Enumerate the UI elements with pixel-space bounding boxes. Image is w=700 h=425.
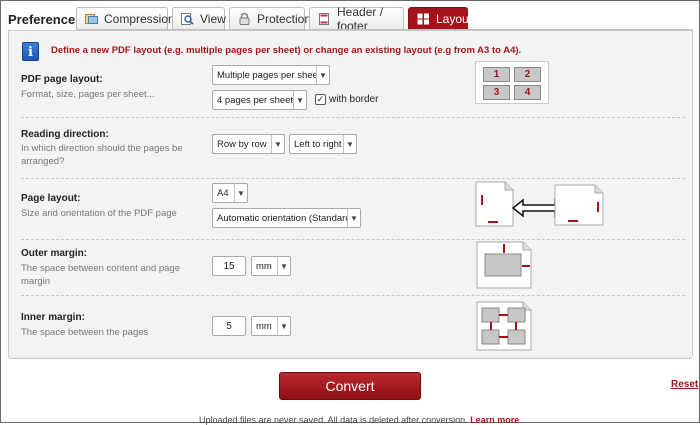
row-divider	[21, 117, 685, 118]
pages-grid-illustration: 1 2 3 4	[475, 61, 549, 104]
reading-order-select[interactable]: Row by row ▼	[212, 134, 285, 154]
view-icon	[181, 12, 194, 25]
outer-margin-title: Outer margin:	[21, 248, 88, 259]
outer-margin-unit-select[interactable]: mm ▼	[251, 256, 291, 276]
inner-margin-unit-select[interactable]: mm ▼	[251, 316, 291, 336]
pdf-page-layout-subtitle: Format, size, pages per sheet...	[21, 89, 155, 100]
reset-link[interactable]: Reset	[671, 379, 698, 390]
inner-margin-subtitle: The space between the pages	[21, 327, 149, 338]
page-orientation-value: Automatic orientation (Standard)	[217, 212, 347, 224]
inner-margin-illustration	[475, 300, 535, 352]
tab-compression-label: Compression	[104, 11, 175, 26]
grid-cell: 2	[514, 67, 541, 82]
grid-cell: 4	[514, 85, 541, 100]
chevron-down-icon: ▼	[271, 135, 284, 153]
info-text: Define a new PDF layout (e.g. multiple p…	[51, 45, 522, 56]
page-orientation-select[interactable]: Automatic orientation (Standard) ▼	[212, 208, 361, 228]
preferences-label: Preferences:	[8, 12, 87, 27]
page-layout-subtitle: Size and orientation of the PDF page	[21, 208, 177, 219]
layout-icon	[417, 13, 430, 25]
with-border-label: with border	[329, 94, 379, 105]
tab-protection-label: Protection	[257, 11, 312, 26]
chevron-down-icon: ▼	[234, 184, 247, 202]
row-divider	[21, 239, 685, 240]
footer-note: Uploaded files are never saved. All data…	[199, 415, 519, 425]
protection-icon	[238, 12, 251, 25]
tab-header-footer[interactable]: Header / footer	[309, 5, 404, 33]
reading-order-value: Row by row	[217, 138, 267, 150]
learn-more-link[interactable]: Learn more	[470, 415, 519, 425]
tab-view-label: View	[200, 11, 226, 26]
page-layout-title: Page layout:	[21, 193, 81, 204]
tab-layout-label: Layout	[436, 11, 473, 26]
reading-direction-select[interactable]: Left to right ▼	[289, 134, 357, 154]
pages-per-sheet-select[interactable]: 4 pages per sheet ▼	[212, 90, 307, 110]
chevron-down-icon: ▼	[277, 257, 290, 275]
pages-per-sheet-value: 4 pages per sheet	[217, 94, 293, 106]
row-divider	[21, 178, 685, 179]
compression-icon	[85, 13, 98, 25]
reading-direction-title: Reading direction:	[21, 129, 109, 140]
inner-margin-title: Inner margin:	[21, 312, 85, 323]
chevron-down-icon: ▼	[277, 317, 290, 335]
tab-protection[interactable]: Protection	[229, 7, 311, 29]
tab-layout[interactable]: Layout	[408, 7, 472, 29]
inner-margin-input[interactable]: 5	[212, 316, 246, 336]
tab-view[interactable]: View	[172, 7, 226, 29]
chevron-down-icon: ▼	[347, 209, 360, 227]
reading-direction-value: Left to right	[294, 138, 342, 150]
layout-mode-value: Multiple pages per sheet	[217, 69, 316, 81]
outer-margin-input[interactable]: 15	[212, 256, 246, 276]
orientation-illustration	[475, 181, 605, 227]
footer-text: Uploaded files are never saved. All data…	[199, 415, 468, 425]
page-size-select[interactable]: A4 ▼	[212, 183, 248, 203]
pdf-page-layout-title: PDF page layout:	[21, 74, 103, 85]
with-border-checkbox[interactable]: ✓	[315, 94, 326, 105]
grid-cell: 3	[483, 85, 510, 100]
row-divider	[21, 295, 685, 296]
layout-mode-select[interactable]: Multiple pages per sheet ▼	[212, 65, 330, 85]
outer-margin-subtitle: The space between content and page margi…	[21, 263, 180, 287]
layout-panel: i Define a new PDF layout (e.g. multiple…	[8, 30, 693, 359]
chevron-down-icon: ▼	[316, 66, 329, 84]
header-footer-icon	[318, 12, 331, 25]
page-size-value: A4	[217, 187, 229, 199]
outer-margin-illustration	[475, 240, 535, 290]
chevron-down-icon: ▼	[343, 135, 356, 153]
tab-compression[interactable]: Compression	[76, 7, 175, 29]
reading-direction-subtitle: In which direction should the pages be a…	[21, 143, 183, 167]
grid-cell: 1	[483, 67, 510, 82]
chevron-down-icon: ▼	[293, 91, 306, 109]
inner-margin-unit-value: mm	[256, 320, 272, 332]
info-icon: i	[22, 42, 39, 61]
convert-button[interactable]: Convert	[279, 372, 421, 400]
outer-margin-unit-value: mm	[256, 260, 272, 272]
